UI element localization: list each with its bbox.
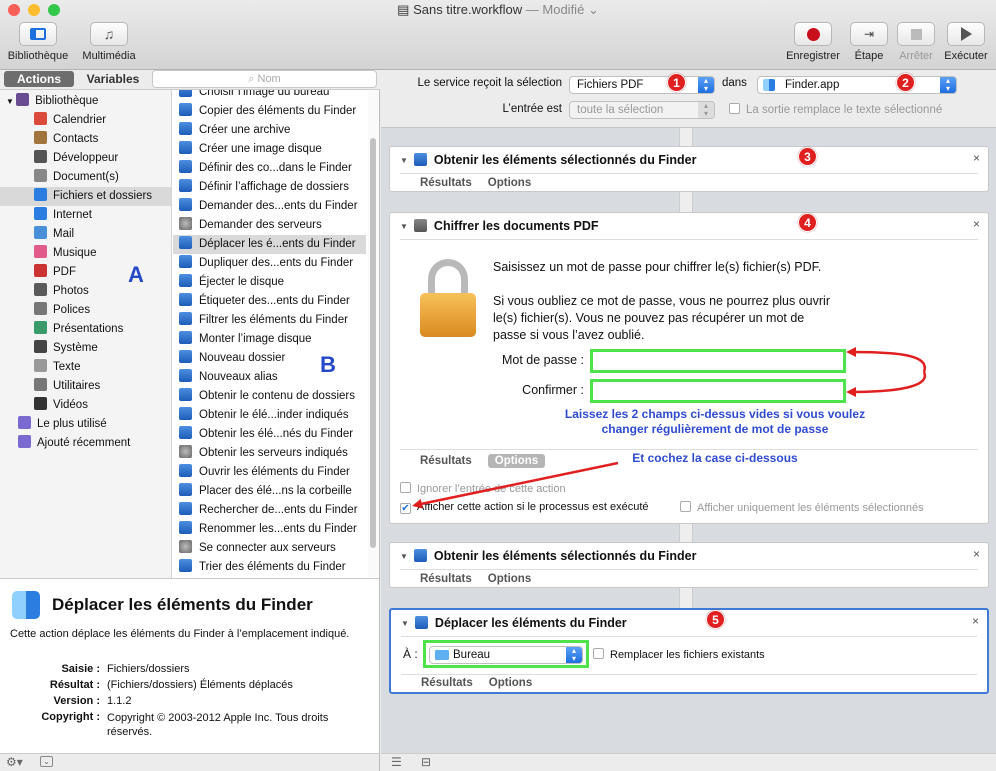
arrow-to-confirm <box>846 371 927 397</box>
arrow-to-checkbox <box>412 461 619 509</box>
arrow-to-password <box>846 347 926 373</box>
annotation-arrows <box>412 347 927 509</box>
